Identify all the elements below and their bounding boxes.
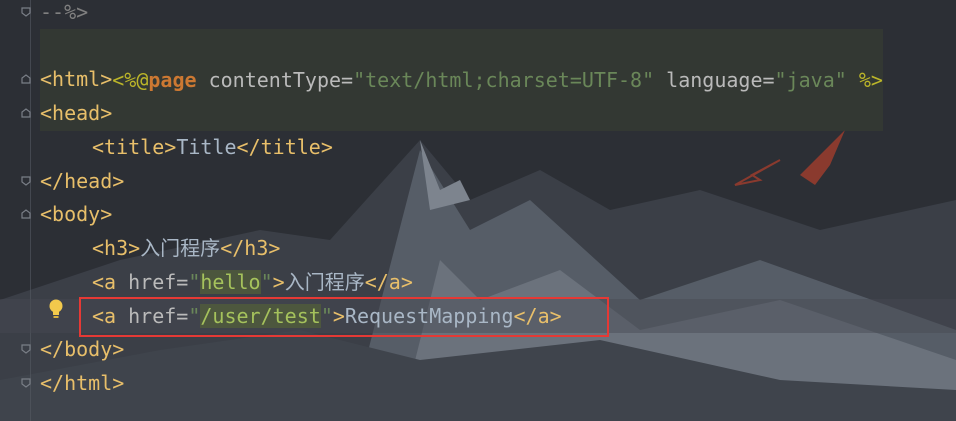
code-line-7[interactable]: <h3>入门程序</h3>	[0, 231, 956, 265]
code-editor[interactable]: --%> <%@page contentType="text/html;char…	[0, 0, 956, 421]
highlight-annotation-box	[79, 297, 609, 337]
code-line-8[interactable]: <a href="hello">入门程序</a>	[0, 265, 956, 299]
code-line-11[interactable]: </html>	[0, 366, 956, 400]
code-line-0[interactable]: --%>	[0, 0, 956, 29]
tag-h3-close: h3	[244, 236, 269, 260]
tag-head-open: head	[52, 101, 101, 125]
code-line-3[interactable]: <head>	[0, 96, 956, 130]
jsp-comment-end: --%>	[40, 0, 89, 24]
attr-href: href=	[116, 270, 189, 294]
fold-end-icon[interactable]	[20, 343, 32, 355]
tag-body-close: body	[64, 337, 113, 361]
href-value-hello: hello	[200, 270, 261, 294]
fold-end-icon[interactable]	[20, 175, 32, 187]
tag-html-open: html	[52, 67, 101, 91]
tag-title-open: title	[104, 135, 165, 159]
tag-a-open: a	[104, 270, 117, 294]
code-line-2[interactable]: <html>	[0, 62, 956, 96]
title-text: Title	[176, 135, 237, 159]
link-text: 入门程序	[284, 270, 365, 294]
tag-title-close: title	[260, 135, 321, 159]
tag-head-close: head	[64, 169, 113, 193]
fold-open-icon[interactable]	[20, 208, 32, 220]
tag-a-close: a	[388, 270, 401, 294]
code-line-1[interactable]: <%@page contentType="text/html;charset=U…	[0, 29, 956, 131]
fold-end-icon[interactable]	[20, 377, 32, 389]
code-line-5[interactable]: </head>	[0, 164, 956, 198]
fold-open-icon[interactable]	[20, 73, 32, 85]
code-line-6[interactable]: <body>	[0, 197, 956, 231]
code-line-4[interactable]: <title>Title</title>	[0, 130, 956, 164]
fold-open-icon[interactable]	[20, 107, 32, 119]
code-line-10[interactable]: </body>	[0, 332, 956, 366]
h3-text: 入门程序	[140, 236, 221, 260]
tag-h3-open: h3	[104, 236, 129, 260]
tag-html-close: html	[64, 371, 113, 395]
fold-end-icon[interactable]	[20, 6, 32, 18]
tag-body-open: body	[52, 202, 101, 226]
lightbulb-icon[interactable]	[48, 298, 64, 320]
